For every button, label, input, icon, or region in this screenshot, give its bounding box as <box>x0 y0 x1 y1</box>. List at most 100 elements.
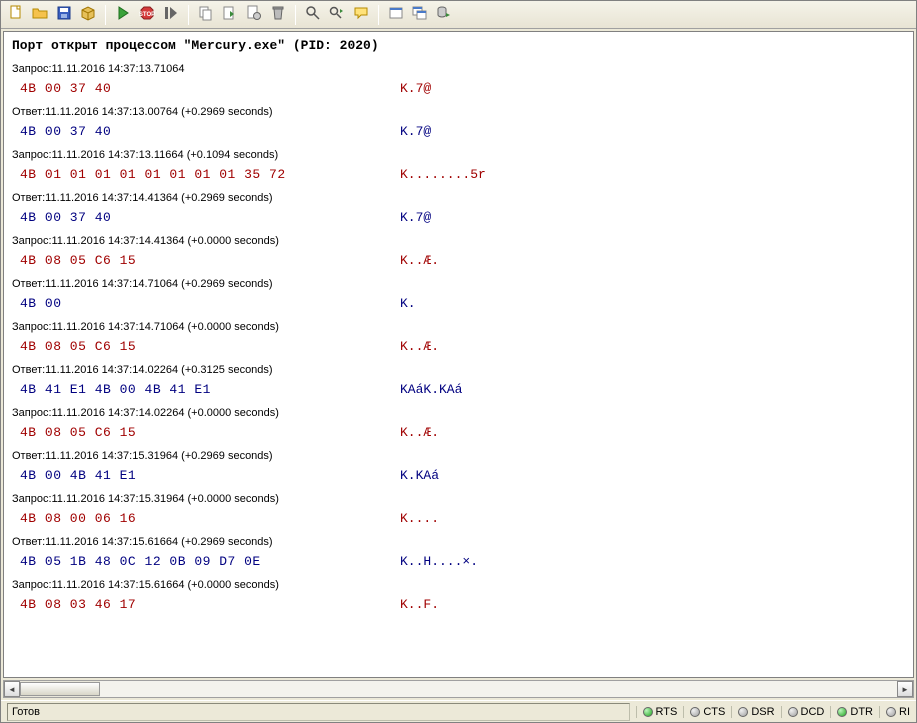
log-row: 4B 00K. <box>20 296 905 311</box>
ascii-bytes: K..F. <box>400 597 439 612</box>
copy-page-button[interactable] <box>195 4 217 26</box>
indicator-dsr: DSR <box>731 706 774 718</box>
hex-bytes: 4B 00 37 40 <box>20 81 400 96</box>
log-view[interactable]: Порт открыт процессом "Mercury.exe" (PID… <box>3 31 914 678</box>
page-gear-button[interactable] <box>243 4 265 26</box>
scroll-left-button[interactable]: ◄ <box>4 681 20 697</box>
ascii-bytes: K.KAá <box>400 468 439 483</box>
indicator-label: DCD <box>801 706 825 718</box>
ascii-bytes: K..Æ. <box>400 253 439 268</box>
ascii-bytes: K..H....×. <box>400 554 478 569</box>
windows-button[interactable] <box>409 4 431 26</box>
hex-bytes: 4B 05 1B 48 0C 12 0B 09 D7 0E <box>20 554 400 569</box>
hex-bytes: 4B 00 37 40 <box>20 210 400 225</box>
content-wrap: Порт открыт процессом "Mercury.exe" (PID… <box>1 29 916 680</box>
play-button[interactable] <box>112 4 134 26</box>
log-row: 4B 08 05 C6 15K..Æ. <box>20 253 905 268</box>
indicator-label: DTR <box>850 706 873 718</box>
response-meta: Ответ:11.11.2016 14:37:13.00764 (+0.2969… <box>12 106 905 118</box>
find-next-icon <box>329 5 345 24</box>
window-button[interactable] <box>385 4 407 26</box>
indicator-ri: RI <box>879 706 910 718</box>
log-row: 4B 00 37 40K.7@ <box>20 210 905 225</box>
page-gear-icon <box>246 5 262 24</box>
play-icon <box>115 5 131 24</box>
ascii-bytes: K.7@ <box>400 124 431 139</box>
ascii-bytes: K.7@ <box>400 81 431 96</box>
led-icon <box>738 707 748 717</box>
scroll-thumb[interactable] <box>20 682 100 696</box>
hex-bytes: 4B 08 00 06 16 <box>20 511 400 526</box>
response-meta: Ответ:11.11.2016 14:37:14.41364 (+0.2969… <box>12 192 905 204</box>
windows-icon <box>412 5 428 24</box>
log-row: 4B 01 01 01 01 01 01 01 01 35 72K.......… <box>20 167 905 182</box>
new-file-button[interactable] <box>5 4 27 26</box>
hex-bytes: 4B 08 05 C6 15 <box>20 253 400 268</box>
step-button[interactable] <box>160 4 182 26</box>
response-meta: Ответ:11.11.2016 14:37:15.31964 (+0.2969… <box>12 450 905 462</box>
port-header: Порт открыт процессом "Mercury.exe" (PID… <box>12 38 905 53</box>
ascii-bytes: K..Æ. <box>400 425 439 440</box>
log-row: 4B 08 00 06 16K.... <box>20 511 905 526</box>
open-file-icon <box>32 5 48 24</box>
indicator-label: CTS <box>703 706 725 718</box>
indicator-rts: RTS <box>636 706 678 718</box>
request-meta: Запрос:11.11.2016 14:37:15.31964 (+0.000… <box>12 493 905 505</box>
find-button[interactable] <box>302 4 324 26</box>
log-row: 4B 00 37 40K.7@ <box>20 81 905 96</box>
log-row: 4B 41 E1 4B 00 4B 41 E1KAáK.KAá <box>20 382 905 397</box>
toolbar-separator <box>295 5 296 25</box>
scroll-track[interactable] <box>100 681 897 697</box>
led-icon <box>886 707 896 717</box>
copy-page-icon <box>198 5 214 24</box>
status-text: Готов <box>7 703 630 721</box>
response-meta: Ответ:11.11.2016 14:37:14.02264 (+0.3125… <box>12 364 905 376</box>
app-window: STOP Порт открыт процессом "Mercury.exe"… <box>0 0 917 723</box>
hex-bytes: 4B 08 05 C6 15 <box>20 425 400 440</box>
save-button[interactable] <box>53 4 75 26</box>
horizontal-scrollbar[interactable]: ◄ ► <box>3 680 914 698</box>
request-meta: Запрос:11.11.2016 14:37:14.71064 (+0.000… <box>12 321 905 333</box>
indicator-cts: CTS <box>683 706 725 718</box>
export-db-button[interactable] <box>433 4 455 26</box>
scroll-right-button[interactable]: ► <box>897 681 913 697</box>
open-file-button[interactable] <box>29 4 51 26</box>
package-button[interactable] <box>77 4 99 26</box>
export-button[interactable] <box>219 4 241 26</box>
find-next-button[interactable] <box>326 4 348 26</box>
request-meta: Запрос:11.11.2016 14:37:14.02264 (+0.000… <box>12 407 905 419</box>
request-meta: Запрос:11.11.2016 14:37:15.61664 (+0.000… <box>12 579 905 591</box>
export-icon <box>222 5 238 24</box>
led-icon <box>788 707 798 717</box>
request-meta: Запрос:11.11.2016 14:37:13.11664 (+0.109… <box>12 149 905 161</box>
hex-bytes: 4B 41 E1 4B 00 4B 41 E1 <box>20 382 400 397</box>
trash-icon <box>270 5 286 24</box>
ascii-bytes: K........5r <box>400 167 486 182</box>
log-row: 4B 00 4B 41 E1K.KAá <box>20 468 905 483</box>
package-icon <box>80 5 96 24</box>
stop-button[interactable]: STOP <box>136 4 158 26</box>
log-row: 4B 08 03 46 17K..F. <box>20 597 905 612</box>
ascii-bytes: K.... <box>400 511 439 526</box>
window-icon <box>388 5 404 24</box>
hex-bytes: 4B 00 37 40 <box>20 124 400 139</box>
log-row: 4B 08 05 C6 15K..Æ. <box>20 425 905 440</box>
indicator-dtr: DTR <box>830 706 873 718</box>
ascii-bytes: K..Æ. <box>400 339 439 354</box>
hex-bytes: 4B 01 01 01 01 01 01 01 01 35 72 <box>20 167 400 182</box>
indicator-label: DSR <box>751 706 774 718</box>
comment-button[interactable] <box>350 4 372 26</box>
find-icon <box>305 5 321 24</box>
hex-bytes: 4B 08 03 46 17 <box>20 597 400 612</box>
hex-bytes: 4B 00 <box>20 296 400 311</box>
status-bar: Готов RTS CTS DSR DCD DTR RI <box>1 700 916 722</box>
led-icon <box>690 707 700 717</box>
hex-bytes: 4B 00 4B 41 E1 <box>20 468 400 483</box>
main-toolbar: STOP <box>1 1 916 29</box>
ascii-bytes: K. <box>400 296 416 311</box>
ascii-bytes: KAáK.KAá <box>400 382 462 397</box>
toolbar-separator <box>105 5 106 25</box>
hex-bytes: 4B 08 05 C6 15 <box>20 339 400 354</box>
trash-button[interactable] <box>267 4 289 26</box>
log-row: 4B 00 37 40K.7@ <box>20 124 905 139</box>
